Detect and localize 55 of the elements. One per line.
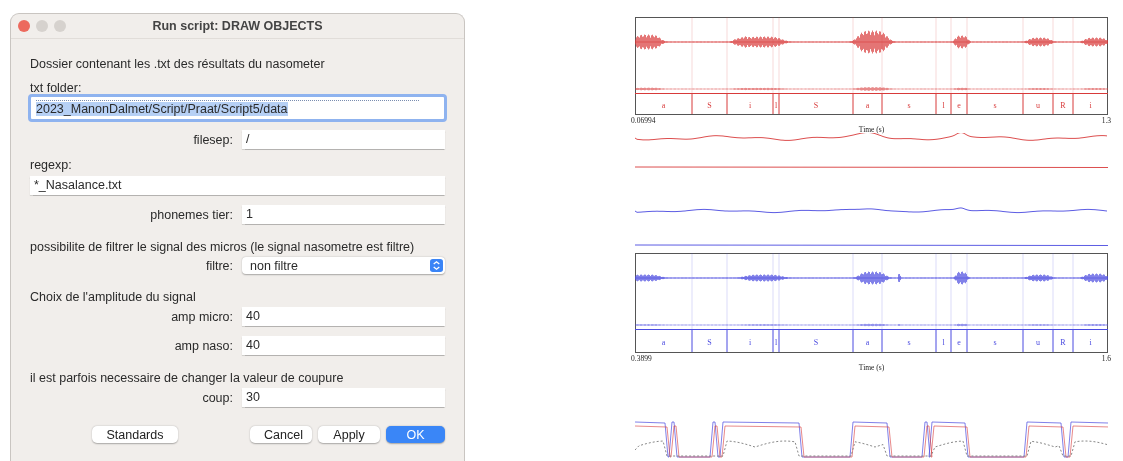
tier-label: l [942,100,945,110]
section-heading: il est parfois necessaire de changer la valeur de coupure [30,370,344,386]
tier-label: S [707,337,712,347]
field-label: coup: [201,390,233,405]
tier-label: S [813,337,819,347]
ok-button[interactable]: OK [386,426,445,443]
tier-label: s [993,337,997,347]
tier-label: S [707,100,712,110]
folder-path-field[interactable]: 2023_ManonDalmet/Script/Praat/Script5/data [30,96,445,120]
field-label: filesep: [192,132,233,147]
tier-label: s [907,337,911,347]
input-field[interactable]: 1 [242,205,445,224]
tier-label: l [774,100,778,110]
field-label: amp micro: [170,309,233,324]
field-label: amp naso: [173,338,233,353]
tier-label: i [748,100,752,110]
input-field[interactable]: / [242,130,445,149]
tier-label: s [907,100,911,110]
section-heading: possibilite de filtrer le signal des micros (le signal nasometre est filtre) [30,239,415,255]
dialog-button[interactable]: Cancel [250,426,312,443]
close-button[interactable] [18,20,30,32]
tier-label: i [1089,100,1092,110]
tier-label: e [957,100,961,110]
tier-label: e [957,337,961,347]
tier-label: a [661,337,666,347]
tier-label: a [661,100,666,110]
window-title: Run script: DRAW OBJECTS [152,19,323,33]
dropdown[interactable]: non filtre [242,257,445,274]
input-field[interactable]: *_Nasalance.txt [30,176,445,195]
field-label: txt folder: [30,81,82,96]
field-label: phonemes tier: [149,207,233,222]
tier-label: a [865,100,870,110]
tier-label: s [993,100,997,110]
tier-label: R [1060,100,1066,110]
section-heading: Choix de l'amplitude du signal [30,289,196,305]
tier-label: l [774,337,778,347]
minimize-button[interactable] [36,20,48,32]
dialog-button[interactable]: Apply [318,426,380,443]
input-field[interactable]: 30 [242,388,445,407]
zoom-button[interactable] [54,20,66,32]
tier-label: i [748,337,752,347]
input-field[interactable]: 40 [242,336,445,355]
tier-label: u [1036,100,1040,110]
chevron-icon [430,259,443,272]
tier-label: u [1036,337,1040,347]
tier-label: i [1089,337,1092,347]
tier-label: l [942,337,945,347]
tier-label: S [813,100,819,110]
tier-label: a [865,337,870,347]
dialog-button[interactable]: Standards [92,426,178,443]
field-label: filtre: [204,258,233,273]
input-field[interactable]: 40 [242,307,445,326]
tier-label: R [1060,337,1066,347]
section-heading: Dossier contenant les .txt des résultats du nasometer [30,56,325,72]
field-label: regexp: [30,158,72,173]
